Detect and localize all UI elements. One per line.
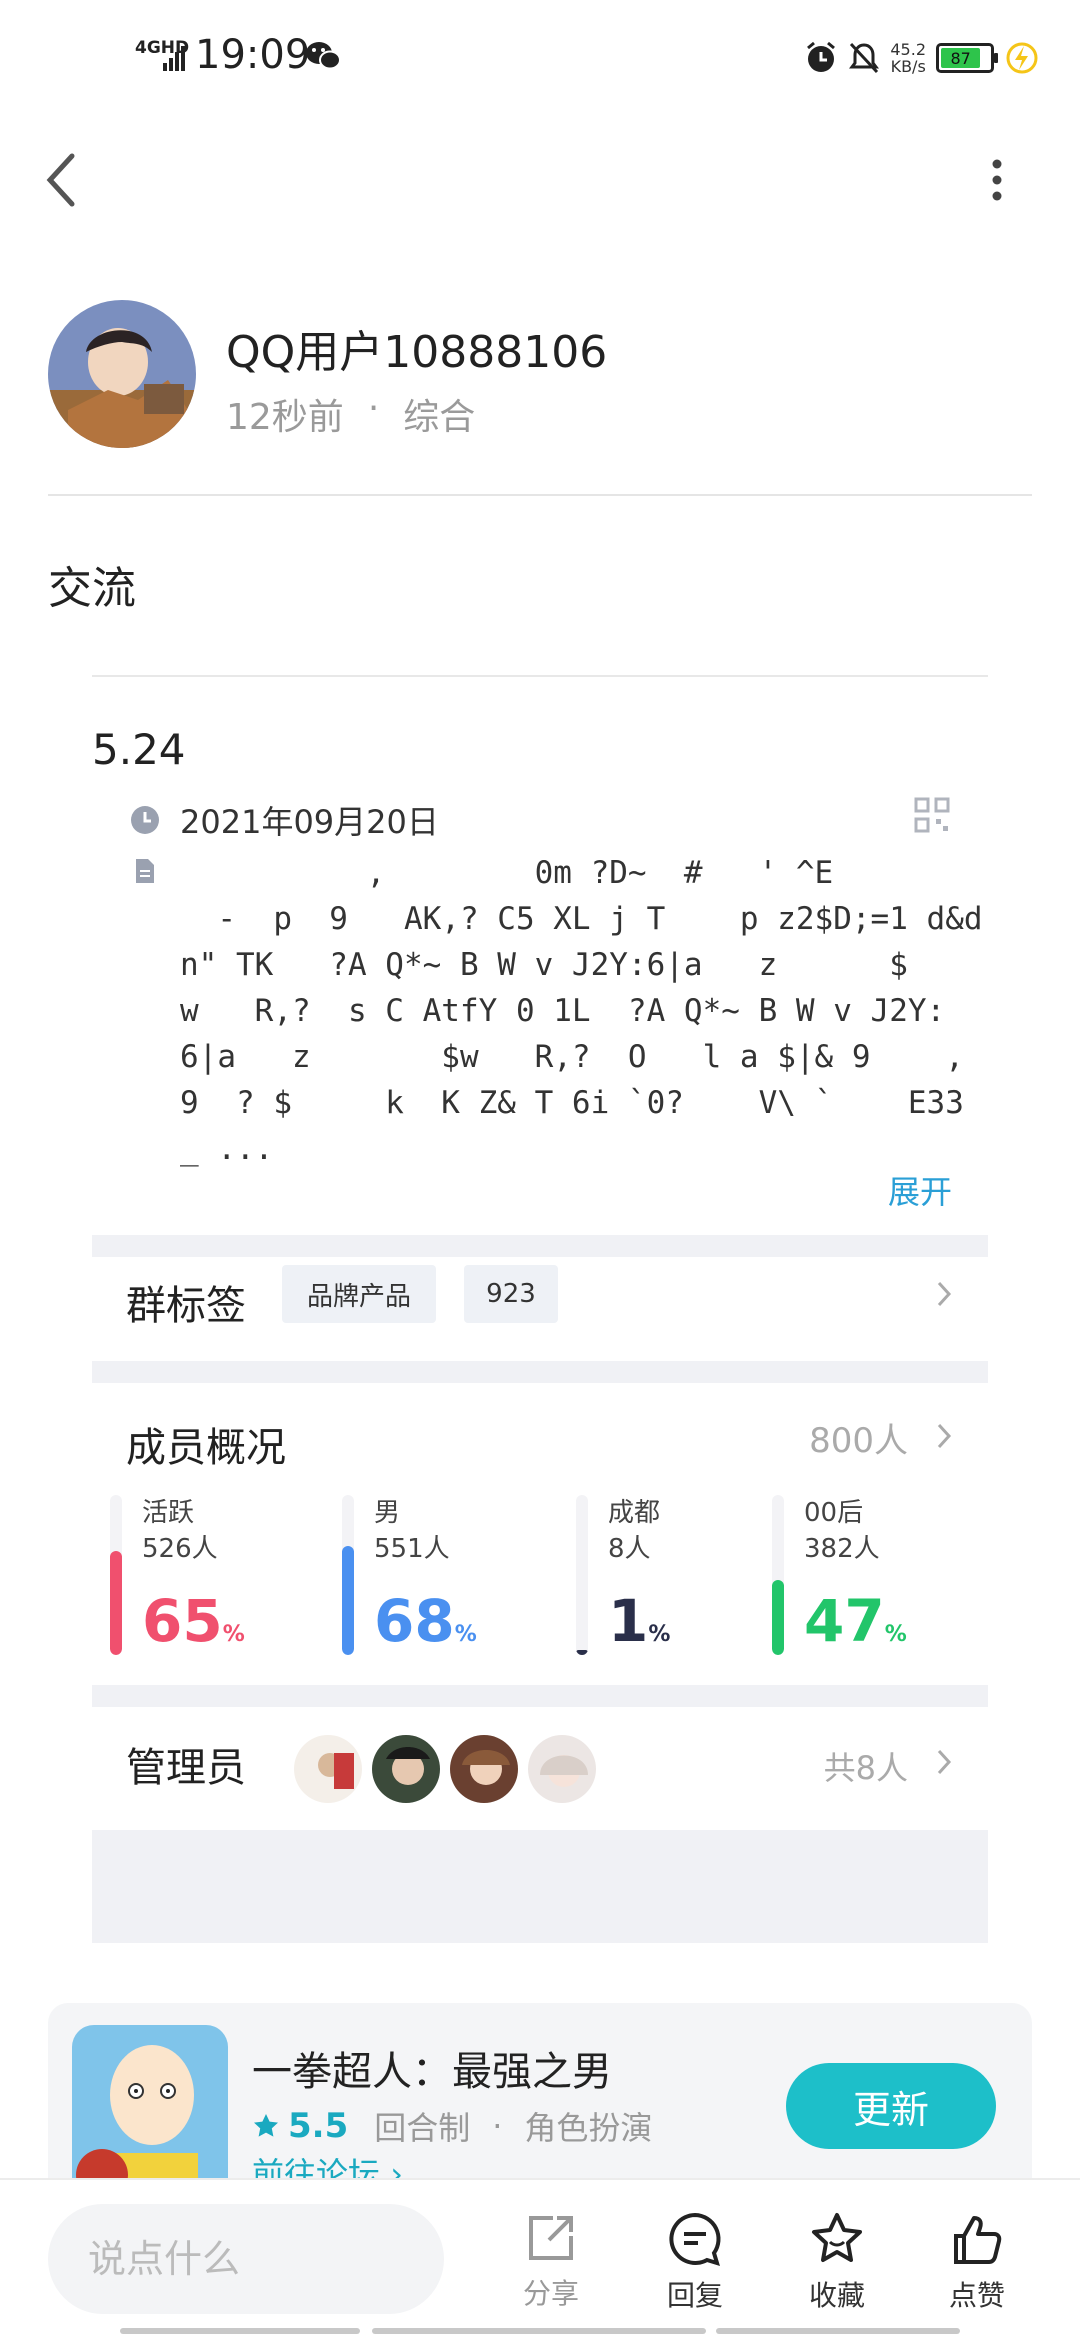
group-date-row: 2021年09月20日 bbox=[130, 797, 439, 843]
share-button[interactable]: 分享 bbox=[506, 2210, 596, 2312]
alarm-icon bbox=[807, 41, 836, 72]
game-score: 5.5 bbox=[288, 2106, 349, 2146]
avatar[interactable] bbox=[526, 1733, 598, 1805]
post-meta: 12秒前 · 综合 bbox=[226, 388, 475, 440]
scroll-indicator bbox=[716, 2328, 960, 2334]
charging-icon bbox=[1006, 42, 1038, 74]
game-icon[interactable] bbox=[72, 2025, 228, 2203]
chevron-right-icon[interactable] bbox=[934, 1747, 954, 1777]
document-icon bbox=[136, 859, 154, 883]
tags-label: 群标签 bbox=[126, 1283, 246, 1329]
stat-bar bbox=[110, 1495, 122, 1655]
stat-label: 00后 bbox=[804, 1498, 864, 1528]
stat-percent: 47% bbox=[804, 1587, 907, 1655]
stat-bar bbox=[342, 1495, 354, 1655]
qrcode-icon[interactable] bbox=[914, 797, 950, 833]
members-label: 成员概况 bbox=[126, 1425, 286, 1471]
stat-count: 526人 bbox=[142, 1534, 218, 1564]
group-card[interactable]: 5.24 2021年09月20日 , 0m ?D~ # ' ^E - p 9 A… bbox=[92, 675, 988, 1943]
game-meta: 5.5 回合制 · 角色扮演 bbox=[252, 2103, 652, 2149]
chevron-right-icon[interactable] bbox=[934, 1279, 954, 1309]
post-category[interactable]: 综合 bbox=[403, 388, 475, 440]
group-tags-row[interactable]: 群标签 品牌产品 923 bbox=[92, 1257, 988, 1337]
comment-icon bbox=[669, 2212, 721, 2266]
stat-label: 男 bbox=[374, 1498, 401, 1528]
stat-count: 8人 bbox=[608, 1534, 651, 1564]
author-name[interactable]: QQ用户10888106 bbox=[226, 316, 607, 380]
tag-chip[interactable]: 品牌产品 bbox=[282, 1265, 436, 1323]
admin-avatars[interactable] bbox=[292, 1733, 604, 1805]
game-title[interactable]: 一拳超人：最强之男 bbox=[252, 2039, 612, 2097]
meta-separator: · bbox=[367, 388, 380, 429]
section-gap bbox=[92, 1685, 988, 1707]
signal-icon bbox=[163, 43, 185, 71]
section-gap bbox=[92, 1235, 988, 1257]
scroll-indicator bbox=[120, 2328, 360, 2334]
star-icon bbox=[812, 2213, 862, 2262]
favorite-button[interactable]: 收藏 bbox=[792, 2210, 882, 2314]
thumbs-up-icon bbox=[954, 2216, 1002, 2264]
stat-bar bbox=[576, 1495, 588, 1655]
avatar[interactable] bbox=[292, 1733, 364, 1805]
scroll-indicator bbox=[372, 2328, 706, 2334]
comment-input[interactable] bbox=[48, 2204, 444, 2314]
post-time: 12秒前 bbox=[226, 397, 344, 438]
card-divider bbox=[92, 675, 988, 677]
members-total[interactable]: 800人 bbox=[809, 1413, 908, 1462]
stat-count: 382人 bbox=[804, 1534, 880, 1564]
author-avatar[interactable] bbox=[48, 300, 196, 448]
avatar[interactable] bbox=[370, 1733, 442, 1805]
clock-icon bbox=[131, 806, 159, 834]
stat-percent: 68% bbox=[374, 1587, 477, 1655]
divider bbox=[48, 494, 1032, 496]
reply-button[interactable]: 回复 bbox=[650, 2210, 740, 2314]
battery-icon: 87 bbox=[936, 43, 998, 73]
tag-chip[interactable]: 923 bbox=[464, 1265, 558, 1323]
stat-percent: 1% bbox=[608, 1587, 671, 1655]
expand-link[interactable]: 展开 bbox=[888, 1167, 952, 1213]
stat-bar bbox=[772, 1495, 784, 1655]
update-button[interactable]: 更新 bbox=[786, 2063, 996, 2149]
admins-label: 管理员 bbox=[126, 1745, 246, 1791]
back-icon[interactable] bbox=[42, 150, 82, 210]
bottom-action-bar: 分享 回复 收藏 点赞 bbox=[0, 2178, 1080, 2340]
avatar[interactable] bbox=[448, 1733, 520, 1805]
wechat-icon bbox=[306, 42, 341, 70]
game-genre: 回合制 bbox=[374, 2109, 471, 2147]
chevron-right-icon[interactable] bbox=[934, 1421, 954, 1451]
status-time: 19:09 bbox=[195, 32, 311, 78]
star-icon bbox=[254, 2114, 278, 2137]
stat-label: 活跃 bbox=[142, 1498, 195, 1528]
more-icon[interactable] bbox=[982, 158, 1012, 202]
status-bar: 4GHD 19:09 45.2 KB/s 87 bbox=[0, 0, 1080, 120]
stat-count: 551人 bbox=[374, 1534, 450, 1564]
admins-total[interactable]: 共8人 bbox=[824, 1743, 908, 1789]
meta-separator: · bbox=[492, 2107, 503, 2145]
stat-label: 成都 bbox=[608, 1498, 661, 1528]
card-footer bbox=[92, 1830, 988, 1943]
share-icon bbox=[529, 2216, 573, 2260]
post-title: 交流 bbox=[48, 563, 136, 614]
group-name: 5.24 bbox=[92, 725, 186, 774]
game-genre: 角色扮演 bbox=[524, 2109, 653, 2147]
group-description: , 0m ?D~ # ' ^E - p 9 AK,? C5 XL j T p z… bbox=[180, 855, 983, 1167]
mute-icon bbox=[849, 42, 880, 74]
group-date: 2021年09月20日 bbox=[180, 803, 439, 841]
section-gap bbox=[92, 1361, 988, 1383]
game-banner[interactable]: 一拳超人：最强之男 5.5 回合制 · 角色扮演 前往论坛 › 更新 bbox=[48, 2003, 1032, 2203]
network-speed: 45.2 KB/s bbox=[890, 40, 926, 76]
like-button[interactable]: 点赞 bbox=[932, 2210, 1022, 2314]
stat-percent: 65% bbox=[142, 1587, 245, 1655]
